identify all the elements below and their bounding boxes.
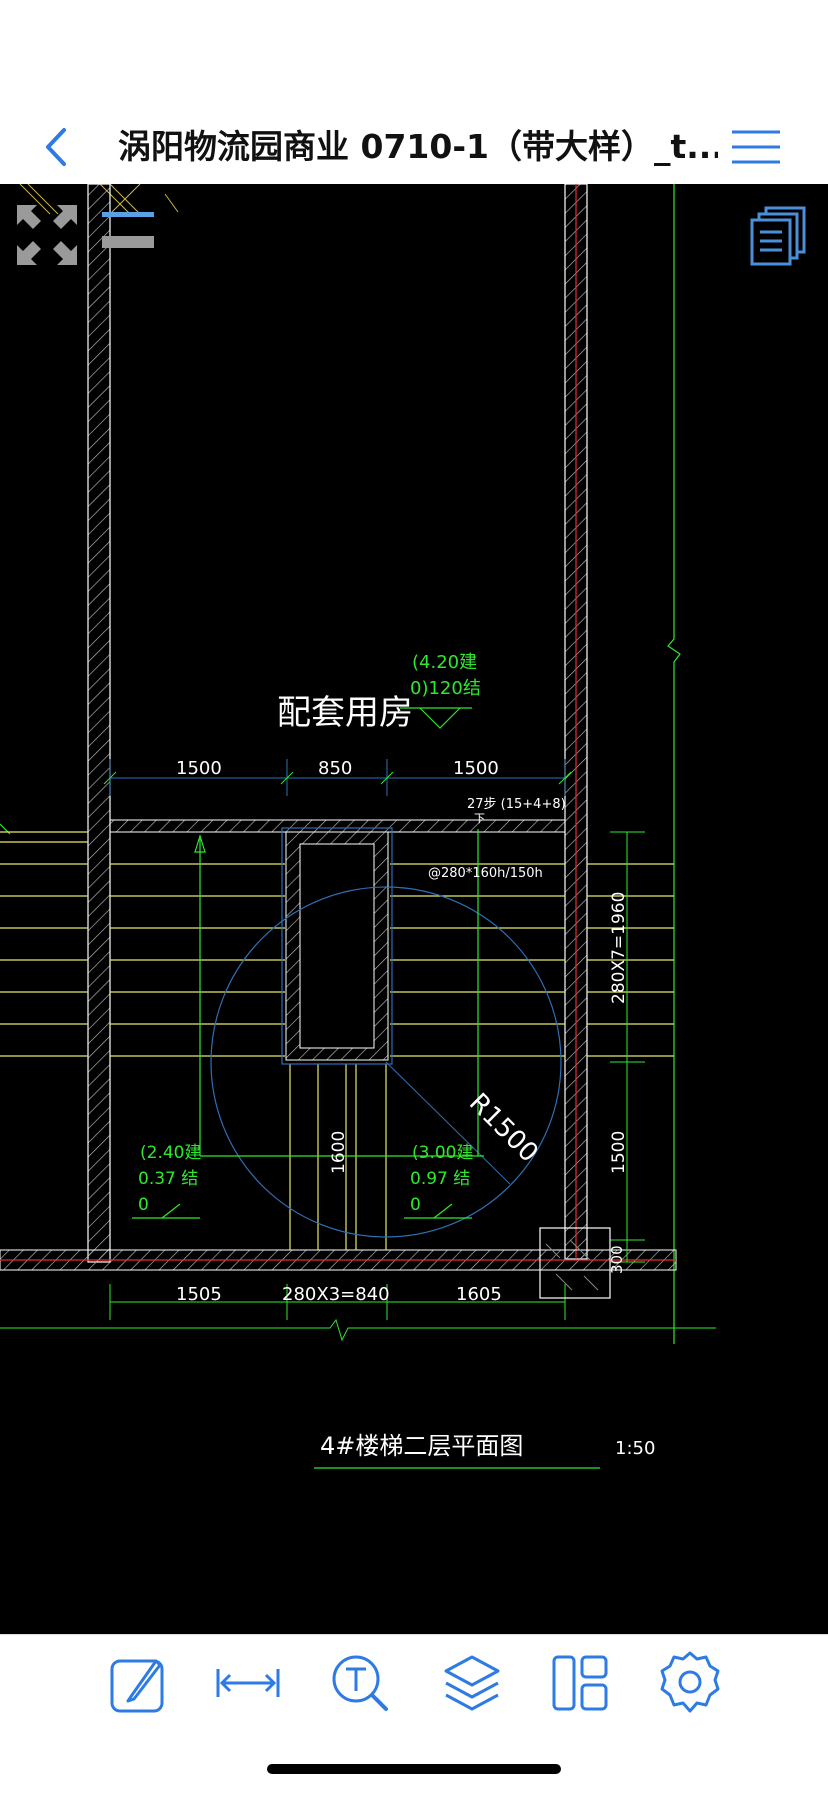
layout-icon [552,1655,608,1711]
cad-drawing-canvas[interactable]: 配套用房 (4.20建 0)120结 1500 850 1500 27步 (15… [0,184,828,1634]
document-title: 涡阳物流园商业 0710-1（带大样）_t... [118,127,718,166]
dim-top-3: 1500 [453,758,499,779]
measure-tool-button[interactable] [214,1649,282,1717]
back-button[interactable] [36,122,84,172]
menu-button[interactable] [730,120,786,174]
edit-tool-button[interactable] [104,1649,172,1717]
fullscreen-button[interactable] [12,200,82,270]
layers-button[interactable] [438,1649,506,1717]
settings-gear-icon [660,1651,720,1713]
left-wall [87,184,111,1263]
layers-icon [444,1655,500,1711]
layout-pages-icon [750,206,806,266]
room-label: 配套用房 [277,693,413,733]
layout-pages-button[interactable] [748,204,810,266]
elevation-left-line2: 0.37 结 [138,1169,198,1189]
elevation-mid-line2: 0.97 结 [410,1169,470,1189]
plan-scale: 1:50 [615,1438,655,1459]
landing-slab [109,819,566,833]
down-note: 下 [474,812,485,825]
right-boundary-line [667,184,681,1344]
elevation-left-line3: 0 [138,1195,149,1215]
dim-bottom-3: 1605 [456,1284,502,1305]
chevron-left-icon [46,128,66,166]
dim-top-1: 1500 [176,758,222,779]
edit-pen-icon [110,1659,164,1713]
measure-icon [216,1669,280,1697]
text-search-button[interactable] [326,1649,394,1717]
elevation-left-line1: (2.40建 [140,1143,201,1163]
stair-well-void [299,843,375,1049]
nav-bar: 涡阳物流园商业 0710-1（带大样）_t... [0,110,828,185]
dim-bottom-2: 280X3=840 [282,1284,390,1305]
expand-arrows-icon [17,205,77,265]
dim-center: 1600 [329,1131,349,1174]
hamburger-menu-icon [732,130,780,164]
dim-right-2: 1500 [609,1131,629,1174]
home-indicator [267,1764,561,1774]
layout-button[interactable] [546,1649,614,1717]
settings-button[interactable] [656,1649,724,1717]
elevation-top-line2: 0)120结 [410,678,481,699]
elevation-top-line1: (4.20建 [412,652,477,673]
plan-title: 4#楼梯二层平面图 [320,1432,523,1460]
cad-drawing: 配套用房 (4.20建 0)120结 1500 850 1500 27步 (15… [0,184,716,1469]
tread-note: @280*160h/150h [428,866,543,881]
dim-bottom-1: 1505 [176,1284,222,1305]
steps-note: 27步 (15+4+8) [467,797,566,812]
text-search-icon [332,1655,388,1711]
dim-top-2: 850 [318,758,352,779]
dim-right-3: 300 [608,1245,626,1274]
elevation-mid-line1: (3.00建 [412,1143,473,1163]
elevation-mid-line3: 0 [410,1195,421,1215]
status-bar [0,0,828,110]
line-weight-icon [102,212,154,248]
dim-right-1: 280X7=1960 [609,892,629,1004]
line-weight-toggle[interactable] [100,208,160,254]
